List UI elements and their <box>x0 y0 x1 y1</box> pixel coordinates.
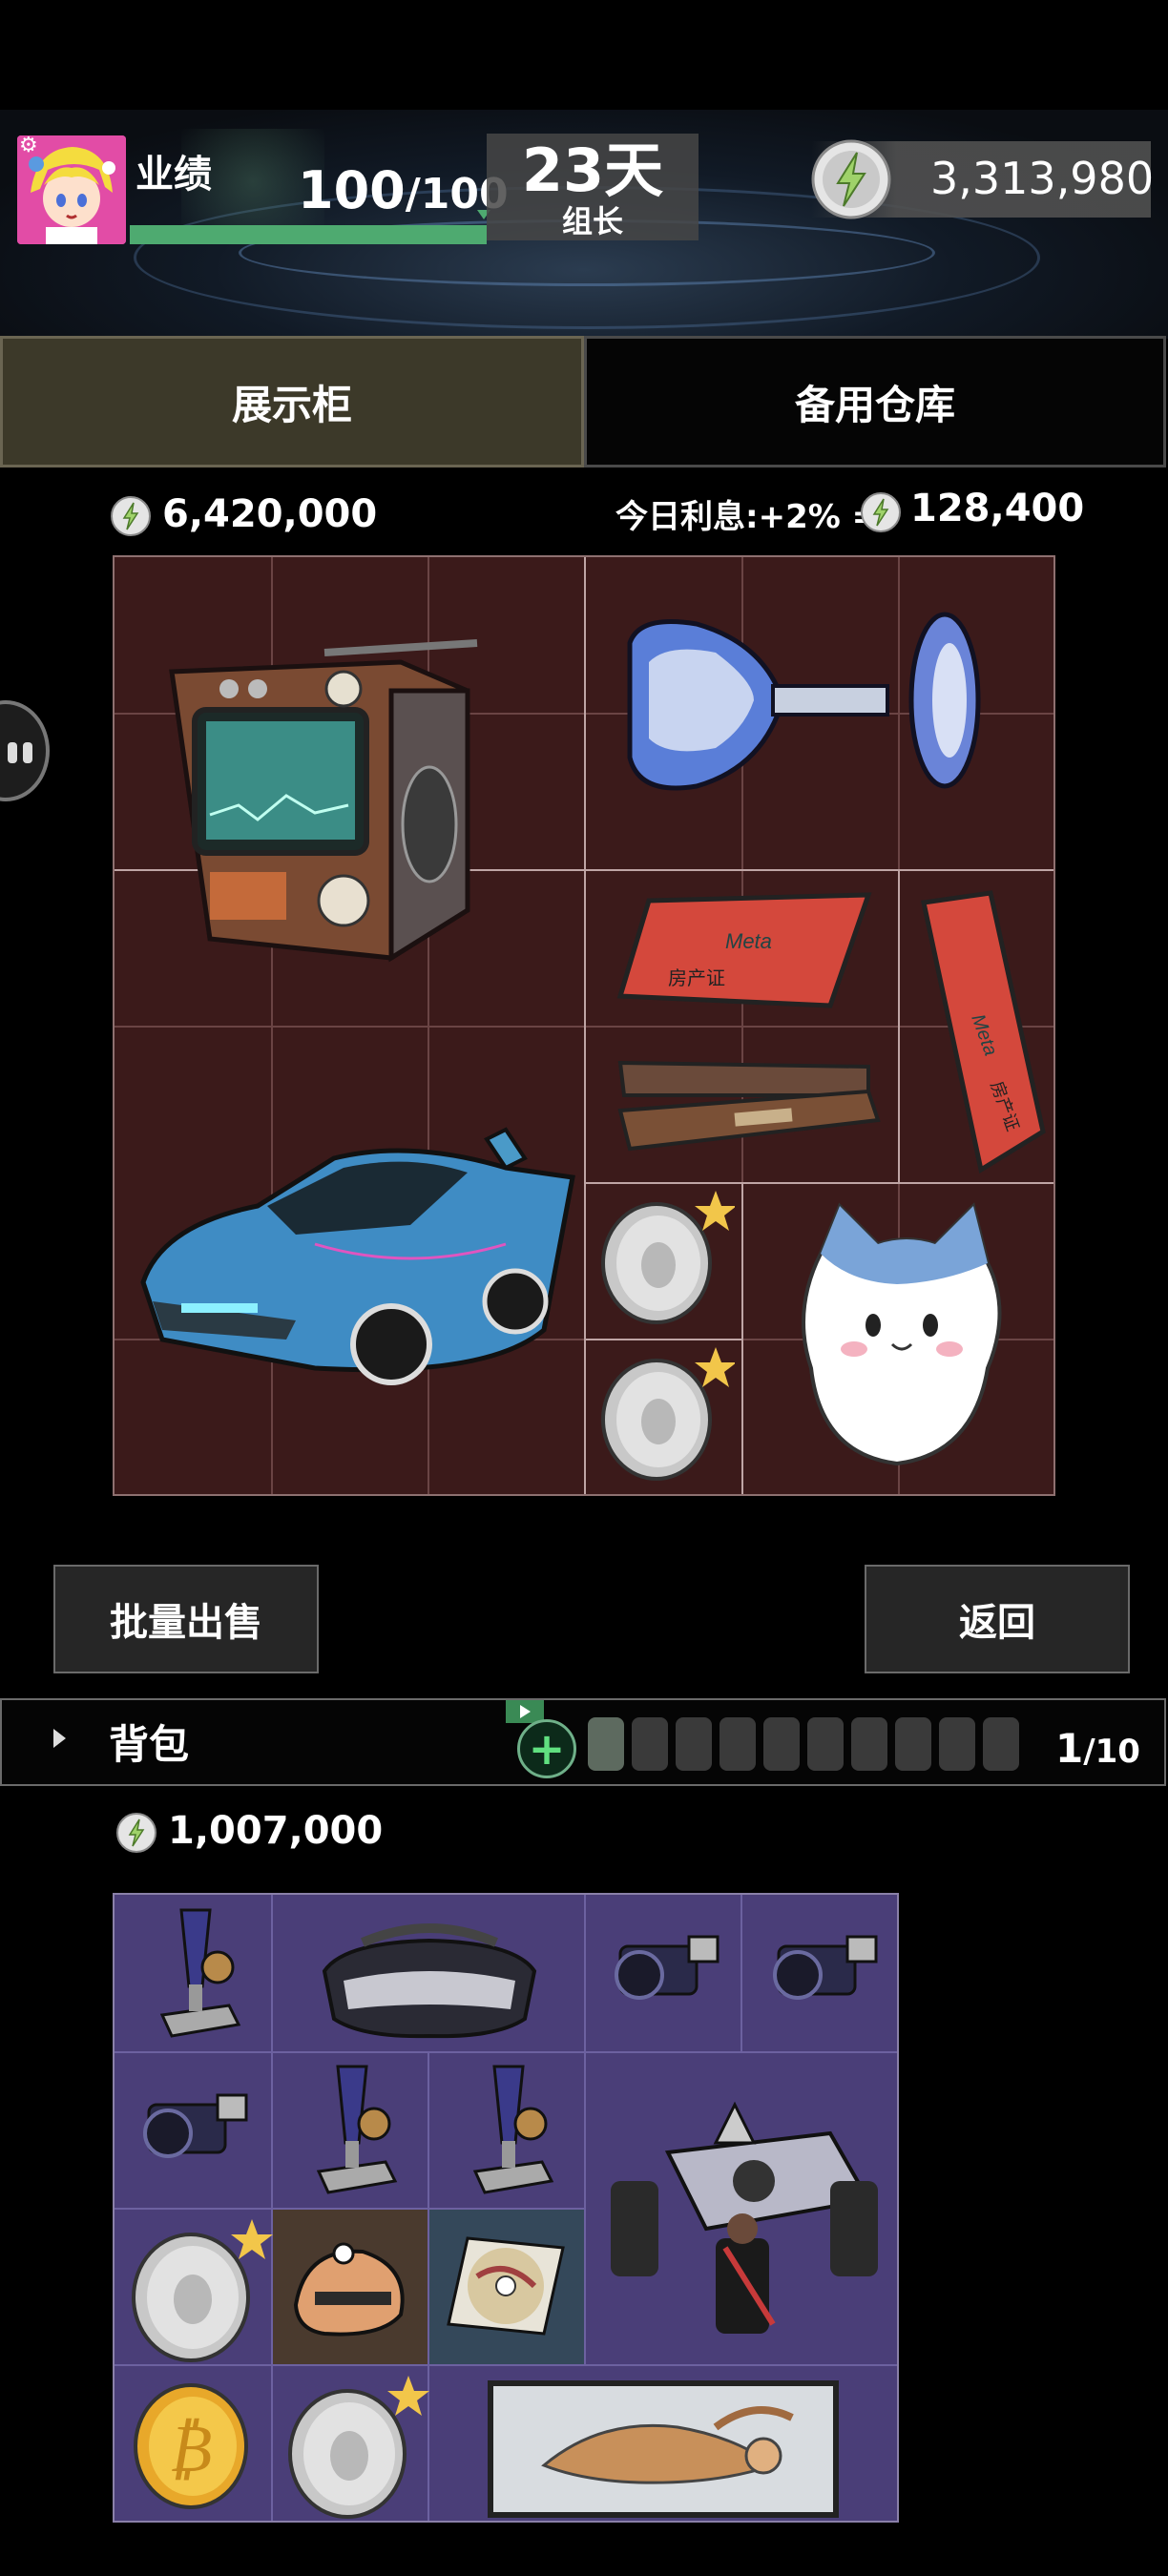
performance-progress-bar <box>130 225 487 244</box>
daily-interest-label: 今日利息:+2% = <box>615 498 880 536</box>
bitcoin-icon[interactable]: ₿ <box>130 2379 254 2513</box>
tab-display-cabinet[interactable]: 展示柜 <box>0 336 584 467</box>
property-deed-icon[interactable]: Meta 房产证 <box>914 883 1048 1179</box>
cd-disc-icon[interactable] <box>439 2229 573 2343</box>
battery-slot <box>983 1717 1019 1771</box>
battery-slot <box>632 1717 668 1771</box>
backpack-label: 背包 <box>109 1721 190 1768</box>
trophy-statue-icon[interactable] <box>143 1901 248 2044</box>
deed-brand-label: Meta <box>725 929 772 953</box>
camera-icon[interactable] <box>601 1918 725 2023</box>
silver-penguin-coin-icon[interactable] <box>286 2372 429 2521</box>
battery-slot <box>676 1717 712 1771</box>
wooden-plaque-icon[interactable] <box>611 1053 887 1168</box>
camera-icon[interactable] <box>760 1918 884 2023</box>
silver-penguin-coin-icon[interactable] <box>130 2215 273 2364</box>
property-deed-icon[interactable]: Meta 房产证 <box>611 882 878 1025</box>
vr-headset-icon[interactable] <box>305 1914 553 2047</box>
status-strip <box>0 0 1168 110</box>
add-capacity-button[interactable]: + <box>517 1719 576 1778</box>
camera-icon[interactable] <box>130 2076 254 2181</box>
tiger-painting-icon[interactable] <box>487 2379 840 2519</box>
star-icon <box>387 2376 429 2416</box>
battery-slot <box>939 1717 975 1771</box>
capacity-max: /10 <box>1083 1733 1140 1771</box>
backpack-capacity: 1/10 <box>1055 1725 1140 1772</box>
lightning-coin-icon <box>116 1813 156 1853</box>
performance-current: 100 <box>298 160 406 220</box>
svg-text:₿: ₿ <box>168 2409 212 2487</box>
days-value: 23天 <box>521 135 664 205</box>
battery-slot <box>807 1717 844 1771</box>
star-icon <box>695 1191 735 1231</box>
display-cabinet-grid: Meta 房产证 Meta 房产证 <box>113 555 1055 1496</box>
tab-spare-warehouse[interactable]: 备用仓库 <box>584 336 1166 467</box>
side-drawer-handle[interactable] <box>0 700 50 801</box>
battery-slot <box>720 1717 756 1771</box>
pallbearers-coffin-icon[interactable] <box>592 2095 887 2343</box>
daily-interest-value: 128,400 <box>910 487 1085 530</box>
role-label: 组长 <box>561 203 623 239</box>
backpack-grid: ₿ <box>113 1893 899 2523</box>
cat-mascot-icon[interactable] <box>782 1196 1021 1483</box>
battery-slot-filled <box>588 1717 624 1771</box>
gear-icon[interactable]: ⚙ <box>19 135 42 157</box>
trophy-statue-icon[interactable] <box>300 2057 405 2200</box>
battery-slot <box>763 1717 800 1771</box>
silver-penguin-coin-icon[interactable] <box>601 1187 735 1330</box>
capacity-used: 1 <box>1055 1725 1084 1772</box>
performance-label: 业绩 <box>136 153 212 197</box>
retro-tv-icon[interactable] <box>153 595 553 977</box>
crystal-goblet-icon[interactable] <box>611 605 1021 824</box>
sports-car-icon[interactable] <box>124 1101 582 1416</box>
back-button[interactable]: 返回 <box>865 1565 1130 1673</box>
days-badge: 23天 组长 <box>487 134 699 240</box>
battery-slot <box>851 1717 887 1771</box>
silver-penguin-coin-icon[interactable] <box>601 1343 735 1486</box>
trophy-statue-icon[interactable] <box>456 2057 561 2200</box>
star-icon <box>695 1347 735 1387</box>
lightning-coin-icon <box>861 492 901 532</box>
robot-helmet-icon[interactable] <box>286 2238 410 2343</box>
display-total-value: 6,420,000 <box>162 492 378 536</box>
lightning-coin-icon <box>111 496 151 536</box>
deed-title-label: 房产证 <box>668 966 725 989</box>
battery-slot <box>895 1717 931 1771</box>
lightning-coin-icon <box>811 139 891 219</box>
bulk-sell-button[interactable]: 批量出售 <box>53 1565 319 1673</box>
performance-progress-fill <box>130 225 487 244</box>
expand-arrow-icon[interactable] <box>53 1729 66 1748</box>
coin-balance: 3,313,980 <box>930 153 1155 204</box>
star-icon <box>231 2219 273 2259</box>
backpack-total-value: 1,007,000 <box>168 1809 384 1853</box>
